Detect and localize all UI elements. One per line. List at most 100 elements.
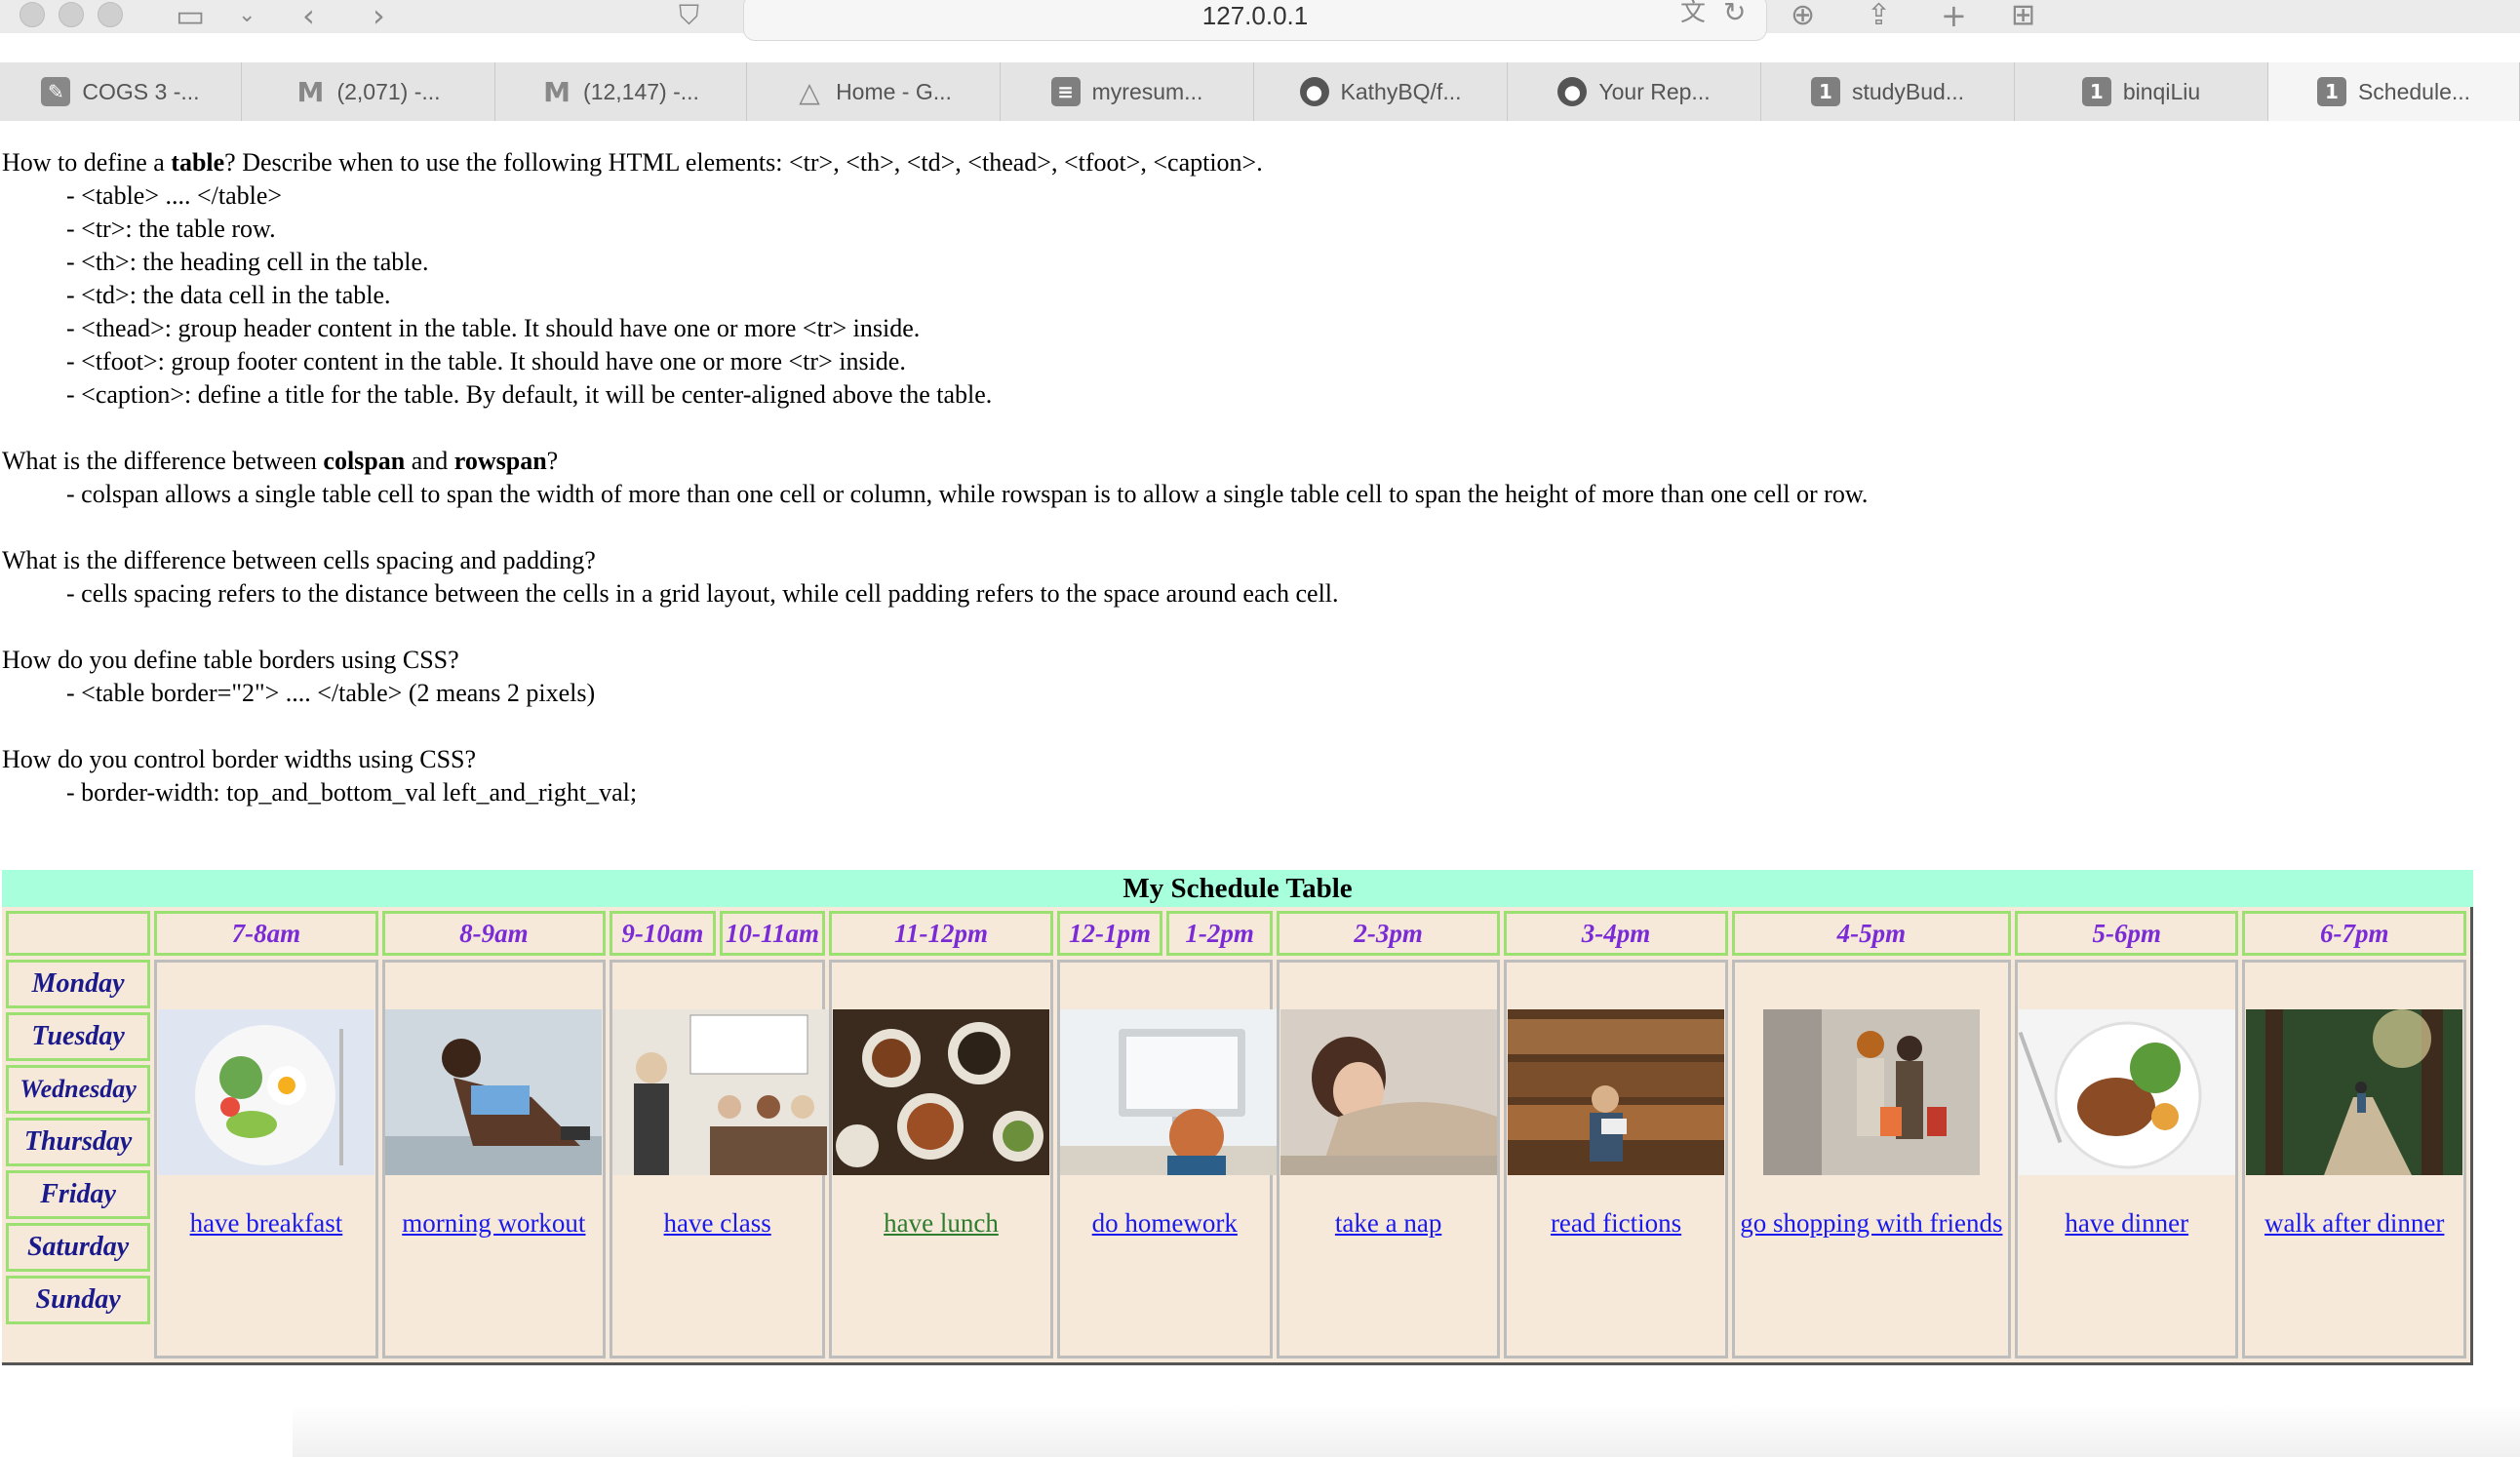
sidebar-icon[interactable]: ▭ xyxy=(176,0,205,31)
time-header: 6-7pm xyxy=(2242,911,2466,956)
day-column: Monday Tuesday Wednesday Thursday Friday… xyxy=(6,960,151,1359)
computer-desk-image xyxy=(1059,1009,1277,1175)
question-text: How to define a table? Describe when to … xyxy=(0,146,2520,179)
page-bottom-shadow xyxy=(293,1404,2520,1457)
question-text: What is the difference between cells spa… xyxy=(2,546,596,574)
minimize-window-button[interactable] xyxy=(59,2,84,27)
breakfast-plate-image xyxy=(157,1009,374,1175)
forest-walk-image xyxy=(2246,1009,2463,1175)
github-icon: ● xyxy=(1557,77,1588,106)
library-reading-image xyxy=(1508,1009,1725,1175)
tab-title: binqiLiu xyxy=(2122,78,2201,104)
gmail-icon: M xyxy=(296,75,325,108)
time-header-row: 7-8am 8-9am 9-10am 10-11am 11-12pm 12-1p… xyxy=(6,911,2466,956)
time-header: 1-2pm xyxy=(1166,911,1273,956)
answer-line: - <tr>: the table row. xyxy=(66,215,276,243)
activity-cell-breakfast: have breakfast xyxy=(154,960,378,1359)
download-icon[interactable]: ⊕ xyxy=(1791,1,1815,30)
activity-link-dinner[interactable]: have dinner xyxy=(2018,1208,2235,1239)
question-text: What is the difference between colspan a… xyxy=(0,445,2520,478)
localhost-icon: 1 xyxy=(2316,77,2346,106)
tab-schedule[interactable]: 1 Schedule... xyxy=(2268,62,2520,121)
tab-strip: ✎ COGS 3 -... M (2,071) -... M (12,147) … xyxy=(0,62,2520,121)
schedule-table: My Schedule Table 7-8am 8-9am 9-10am 10-… xyxy=(2,870,2473,1365)
answer-line: - <table> .... </table> xyxy=(66,181,283,210)
question-colspan-rowspan: What is the difference between colspan a… xyxy=(0,445,2520,511)
privacy-shield-icon[interactable]: ⛉ xyxy=(679,2,699,29)
tab-gmail-1[interactable]: M (2,071) -... xyxy=(242,62,495,121)
tab-title: Home - G... xyxy=(836,78,952,104)
tab-github-kathybq[interactable]: ● KathyBQ/f... xyxy=(1254,62,1508,121)
lunch-table-image xyxy=(832,1009,1049,1175)
schedule-table-caption: My Schedule Table xyxy=(2,870,2473,907)
day-header-wednesday: Wednesday xyxy=(6,1065,151,1114)
forward-icon[interactable]: › xyxy=(373,0,385,31)
activity-link-nap[interactable]: take a nap xyxy=(1280,1208,1497,1239)
close-window-button[interactable] xyxy=(20,2,45,27)
localhost-icon: 1 xyxy=(1810,77,1840,106)
schedule-row: Monday Tuesday Wednesday Thursday Friday… xyxy=(6,960,2466,1359)
tab-overview-icon[interactable]: ⊞ xyxy=(2011,1,2035,30)
question-text-part: What is the difference between xyxy=(2,447,324,475)
page-content: How to define a table? Describe when to … xyxy=(0,146,2520,809)
translate-icon[interactable]: 文 xyxy=(1680,0,1706,26)
activity-link-class[interactable]: have class xyxy=(612,1208,822,1239)
answer-line: - <caption>: define a title for the tabl… xyxy=(66,380,993,409)
question-text: How do you control border widths using C… xyxy=(2,745,477,773)
day-header-monday: Monday xyxy=(6,960,151,1008)
activity-cell-walk: walk after dinner xyxy=(2242,960,2466,1359)
new-tab-icon[interactable]: + xyxy=(1941,0,1967,31)
document-icon: ✎ xyxy=(41,77,71,106)
question-text-part: ? Describe when to use the following HTM… xyxy=(224,148,1263,177)
answer-line: - <tfoot>: group footer content in the t… xyxy=(66,347,906,375)
time-header: 10-11am xyxy=(719,911,826,956)
workout-image xyxy=(385,1009,603,1175)
tab-title: KathyBQ/f... xyxy=(1340,78,1462,104)
activity-link-homework[interactable]: do homework xyxy=(1060,1208,1270,1239)
chevron-down-icon[interactable]: ⌄ xyxy=(238,2,256,29)
tab-myresume[interactable]: ≡ myresum... xyxy=(1001,62,1254,121)
activity-link-workout[interactable]: morning workout xyxy=(385,1208,603,1239)
time-header: 12-1pm xyxy=(1056,911,1163,956)
address-bar[interactable]: 127.0.0.1 文 ↻ xyxy=(743,0,1767,41)
localhost-icon: 1 xyxy=(2081,77,2111,106)
tab-gmail-2[interactable]: M (12,147) -... xyxy=(495,62,747,121)
activity-link-shopping[interactable]: go shopping with friends xyxy=(1735,1208,2008,1239)
answer-line: - <table border="2"> .... </table> (2 me… xyxy=(66,679,596,707)
question-spacing-padding: What is the difference between cells spa… xyxy=(0,544,2520,610)
question-text-part: ? xyxy=(546,447,559,475)
day-header-sunday: Sunday xyxy=(6,1276,151,1324)
tab-google-drive[interactable]: △ Home - G... xyxy=(747,62,1001,121)
address-bar-url: 127.0.0.1 xyxy=(1201,1,1309,30)
share-icon[interactable]: ⇪ xyxy=(1867,1,1891,30)
document-icon: ≡ xyxy=(1050,77,1081,106)
answer-line: - <td>: the data cell in the table. xyxy=(66,281,391,309)
activity-link-walk[interactable]: walk after dinner xyxy=(2245,1208,2463,1239)
tab-binqiliu[interactable]: 1 binqiLiu xyxy=(2015,62,2268,121)
reload-icon[interactable]: ↻ xyxy=(1723,0,1746,26)
activity-link-lunch[interactable]: have lunch xyxy=(832,1208,1049,1239)
tab-title: COGS 3 -... xyxy=(82,78,200,104)
time-header: 9-10am xyxy=(610,911,716,956)
answer-line: - cells spacing refers to the distance b… xyxy=(66,579,1339,608)
tab-cogs3[interactable]: ✎ COGS 3 -... xyxy=(0,62,242,121)
tab-title: Your Rep... xyxy=(1598,78,1711,104)
dinner-plate-image xyxy=(2018,1009,2235,1175)
nap-image xyxy=(1280,1009,1497,1175)
question-keyword: table xyxy=(171,148,225,177)
shopping-friends-image xyxy=(1762,1009,1980,1175)
tab-github-your-rep[interactable]: ● Your Rep... xyxy=(1508,62,1761,121)
day-header-tuesday: Tuesday xyxy=(6,1012,151,1061)
activity-cell-workout: morning workout xyxy=(381,960,607,1359)
tab-studybud[interactable]: 1 studyBud... xyxy=(1761,62,2015,121)
back-icon[interactable]: ‹ xyxy=(302,0,315,31)
activity-link-reading[interactable]: read fictions xyxy=(1507,1208,1724,1239)
tab-title: studyBud... xyxy=(1851,78,1965,104)
tab-title: (12,147) -... xyxy=(583,78,699,104)
activity-link-breakfast[interactable]: have breakfast xyxy=(157,1208,374,1239)
answer-line: - colspan allows a single table cell to … xyxy=(66,480,1869,508)
answer-line: - <th>: the heading cell in the table. xyxy=(66,248,429,276)
activity-cell-lunch: have lunch xyxy=(829,960,1053,1359)
question-text-part: How to define a xyxy=(2,148,172,177)
zoom-window-button[interactable] xyxy=(98,2,123,27)
